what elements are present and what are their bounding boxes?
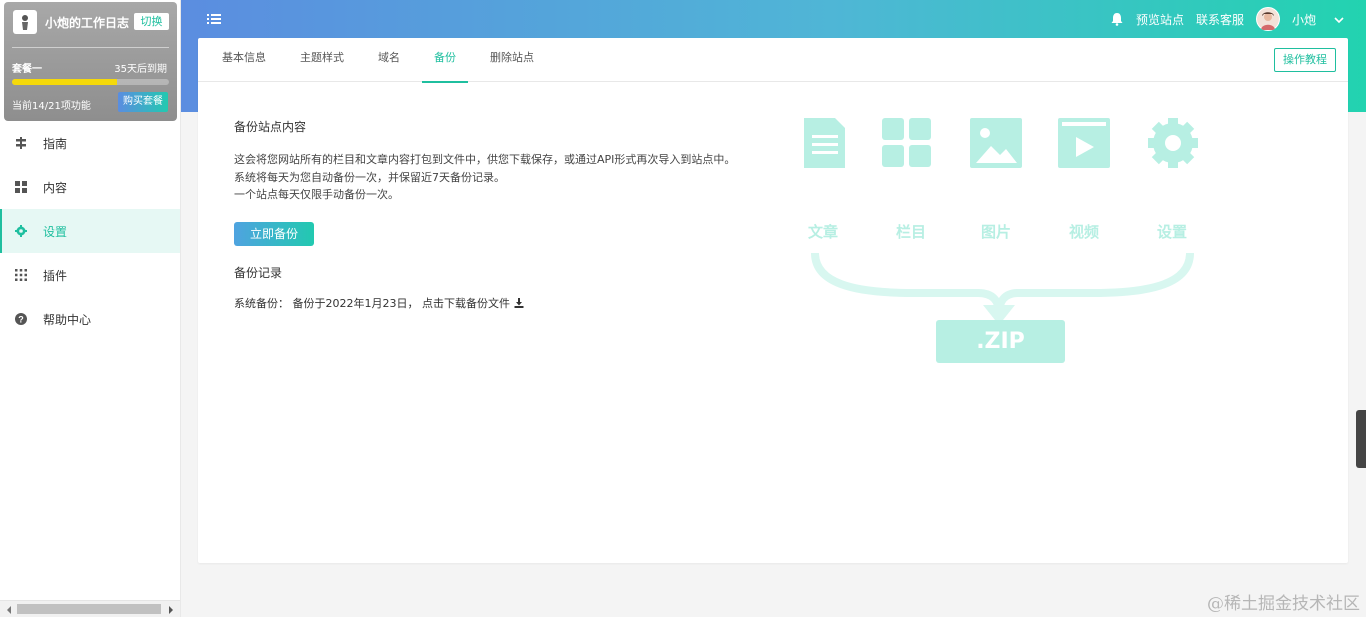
- divider: [12, 47, 169, 48]
- download-icon[interactable]: [514, 298, 524, 308]
- sidebar-item-help[interactable]: ? 帮助中心: [0, 297, 180, 341]
- backup-illustration: 文章 栏目 图片 视频 设置 .ZIP: [793, 113, 1213, 373]
- plan-expire: 35天后到期: [114, 64, 167, 75]
- sidebar-item-label: 内容: [43, 180, 68, 195]
- settings-panel: 基本信息 主题样式 域名 备份 删除站点 操作教程 备份站点内容 这会将您网站所…: [198, 38, 1348, 563]
- tab-basic-info[interactable]: 基本信息: [210, 38, 278, 82]
- help-icon: ?: [15, 313, 27, 325]
- sidebar: 小炮的工作日志 切换 套餐一 35天后到期 当前14/21项功能 购买套餐 指南…: [0, 0, 181, 617]
- buy-plan-button[interactable]: 购买套餐: [118, 92, 168, 112]
- sidebar-nav: 指南 内容 设置 插件 ? 帮助中心: [0, 121, 180, 341]
- site-name: 小炮的工作日志: [45, 16, 130, 30]
- guide-icon: [15, 137, 27, 149]
- desc-line: 一个站点每天仅限手动备份一次。: [234, 188, 399, 201]
- tab-backup[interactable]: 备份: [422, 38, 468, 83]
- switch-site-button[interactable]: 切换: [134, 13, 169, 30]
- side-scroll-handle[interactable]: [1356, 410, 1366, 468]
- menu-icon[interactable]: [207, 12, 221, 26]
- gear-icon: [15, 225, 27, 237]
- plan-name: 套餐一: [12, 64, 42, 75]
- sidebar-item-label: 设置: [43, 224, 68, 239]
- tutorial-button[interactable]: 操作教程: [1274, 48, 1336, 72]
- desc-line: 系统将每天为您自动备份一次，并保留近7天备份记录。: [234, 170, 505, 184]
- scroll-right-icon[interactable]: [166, 604, 176, 614]
- illus-label-image: 图片: [980, 223, 1011, 241]
- preview-site-link[interactable]: 预览站点: [1136, 11, 1184, 28]
- sidebar-item-settings[interactable]: 设置: [0, 209, 180, 253]
- tab-domain[interactable]: 域名: [366, 38, 412, 82]
- features-count: 当前14/21项功能: [12, 101, 91, 112]
- records-title: 备份记录: [234, 266, 283, 280]
- backup-title: 备份站点内容: [234, 120, 307, 134]
- watermark: @稀土掘金技术社区: [1207, 594, 1360, 614]
- sidebar-item-plugins[interactable]: 插件: [0, 253, 180, 297]
- scroll-left-icon[interactable]: [4, 604, 14, 614]
- desc-line: 这会将您网站所有的栏目和文章内容打包到文件中，供您下载保存，或通过API形式再次…: [234, 153, 736, 166]
- sidebar-item-label: 插件: [43, 268, 68, 283]
- plan-progress-fill: [12, 79, 118, 85]
- backup-record: 系统备份： 备份于2022年1月23日， 点击下载备份文件: [234, 295, 524, 311]
- tab-theme-style[interactable]: 主题样式: [288, 38, 356, 82]
- apps-icon: [15, 269, 27, 281]
- illus-label-settings: 设置: [1156, 223, 1187, 241]
- plan-progress-bar: [12, 79, 169, 85]
- svg-text:?: ?: [18, 315, 24, 325]
- contact-support-link[interactable]: 联系客服: [1196, 11, 1244, 28]
- site-card: 小炮的工作日志 切换 套餐一 35天后到期 当前14/21项功能 购买套餐: [4, 2, 177, 121]
- sidebar-item-label: 指南: [43, 136, 68, 151]
- illus-label-article: 文章: [807, 223, 838, 241]
- tab-delete-site[interactable]: 删除站点: [478, 38, 546, 82]
- record-text[interactable]: 系统备份： 备份于2022年1月23日， 点击下载备份文件: [234, 295, 510, 311]
- backup-now-button[interactable]: 立即备份: [234, 222, 314, 246]
- chevron-down-icon[interactable]: [1334, 14, 1344, 24]
- grid-icon: [15, 181, 27, 193]
- scrollbar-thumb[interactable]: [17, 604, 161, 614]
- bell-icon[interactable]: [1110, 12, 1124, 26]
- backup-description: 这会将您网站所有的栏目和文章内容打包到文件中，供您下载保存，或通过API形式再次…: [234, 151, 735, 204]
- illus-label-column: 栏目: [895, 223, 926, 241]
- header-actions: 预览站点 联系客服 小炮: [1110, 6, 1344, 32]
- avatar[interactable]: [1255, 7, 1280, 31]
- illus-label-video: 视频: [1068, 223, 1099, 241]
- horizontal-scrollbar[interactable]: [0, 600, 180, 617]
- zip-box: .ZIP: [936, 320, 1065, 363]
- sidebar-item-label: 帮助中心: [43, 312, 92, 327]
- site-logo: [13, 10, 37, 34]
- sidebar-item-guide[interactable]: 指南: [0, 121, 180, 165]
- sidebar-item-content[interactable]: 内容: [0, 165, 180, 209]
- tab-bar: 基本信息 主题样式 域名 备份 删除站点: [198, 38, 1348, 83]
- user-name[interactable]: 小炮: [1292, 11, 1316, 28]
